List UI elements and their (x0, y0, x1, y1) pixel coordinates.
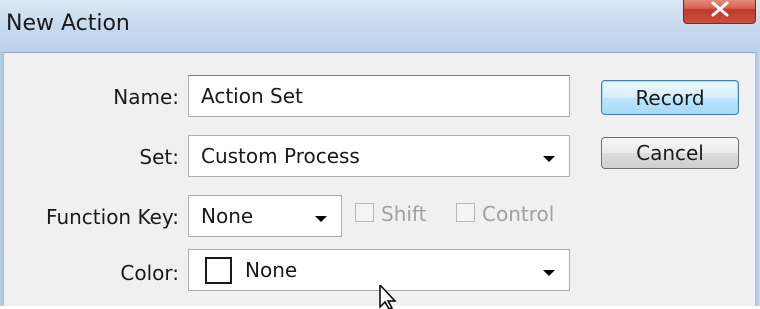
chevron-down-icon (315, 216, 327, 222)
mouse-cursor-icon (379, 285, 397, 309)
name-input[interactable]: Action Set (188, 75, 570, 117)
color-swatch-icon (205, 257, 232, 284)
name-label: Name: (113, 85, 179, 109)
record-button[interactable]: Record (601, 80, 739, 115)
close-button[interactable] (683, 0, 756, 24)
cancel-button[interactable]: Cancel (601, 137, 739, 169)
title-bar[interactable]: New Action (0, 0, 760, 52)
new-action-dialog: New Action Name: Action Set Set: Custom … (0, 0, 760, 309)
control-checkbox-label: Control (482, 202, 555, 226)
dialog-body: Name: Action Set Set: Custom Process Fun… (4, 52, 755, 309)
function-key-dropdown-value: None (201, 204, 254, 228)
shift-checkbox[interactable] (355, 203, 374, 222)
close-icon (711, 1, 729, 17)
window-title: New Action (6, 11, 130, 36)
set-dropdown[interactable]: Custom Process (188, 135, 570, 177)
set-dropdown-value: Custom Process (201, 144, 360, 168)
set-label: Set: (139, 145, 179, 169)
color-label: Color: (120, 261, 179, 285)
record-button-label: Record (635, 86, 705, 110)
function-key-label: Function Key: (46, 205, 179, 229)
name-input-value: Action Set (201, 84, 303, 108)
color-dropdown-value: None (245, 258, 298, 282)
chevron-down-icon (543, 156, 555, 162)
window-frame-right (755, 52, 760, 306)
function-key-dropdown[interactable]: None (188, 195, 342, 237)
control-checkbox[interactable] (456, 203, 475, 222)
shift-checkbox-label: Shift (381, 202, 427, 226)
cancel-button-label: Cancel (636, 141, 704, 165)
chevron-down-icon (543, 270, 555, 276)
